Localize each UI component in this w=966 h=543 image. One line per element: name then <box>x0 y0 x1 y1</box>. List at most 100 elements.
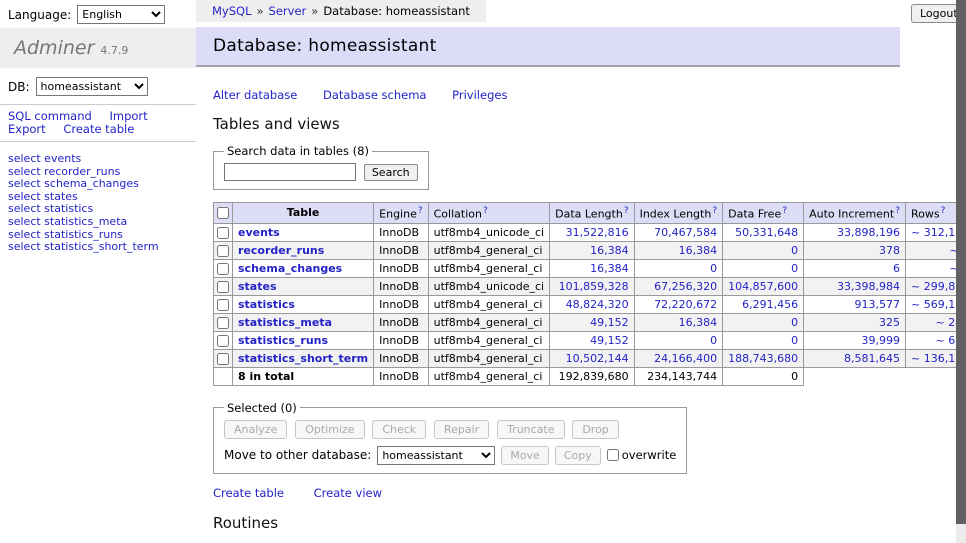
help-icon[interactable]: ? <box>483 206 488 216</box>
search-input[interactable] <box>224 163 356 181</box>
drop-button[interactable]: Drop <box>572 420 618 439</box>
table-row: states InnoDB utf8mb4_unicode_ci 101,859… <box>214 277 966 295</box>
column-header-engine: Engine? <box>374 203 428 224</box>
table-link[interactable]: schema_changes <box>238 262 342 275</box>
create-table-link[interactable]: Create table <box>213 486 284 500</box>
sidebar-item-select-statistics-meta[interactable]: select statistics_meta <box>8 216 159 229</box>
tables-list: Table Engine? Collation? Data Length? In… <box>213 202 966 386</box>
move-button[interactable]: Move <box>501 446 549 465</box>
truncate-button[interactable]: Truncate <box>497 420 564 439</box>
sidebar-item-select-statistics-short-term[interactable]: select statistics_short_term <box>8 241 159 254</box>
analyze-button[interactable]: Analyze <box>224 420 287 439</box>
db-select[interactable]: homeassistant <box>36 77 148 96</box>
cell-index-length: 234,143,744 <box>634 367 723 385</box>
privileges-link[interactable]: Privileges <box>452 88 507 102</box>
column-header-table: Table <box>233 203 374 224</box>
move-database-select[interactable]: homeassistant <box>377 446 495 465</box>
check-button[interactable]: Check <box>372 420 426 439</box>
row-checkbox[interactable] <box>217 263 229 275</box>
row-checkbox[interactable] <box>217 245 229 257</box>
copy-button[interactable]: Copy <box>555 446 601 465</box>
cell-engine: InnoDB <box>374 259 428 277</box>
help-icon[interactable]: ? <box>624 206 629 216</box>
move-label: Move to other database: <box>224 448 371 462</box>
table-link[interactable]: statistics_short_term <box>238 352 368 365</box>
search-button[interactable]: Search <box>364 164 418 181</box>
help-icon[interactable]: ? <box>418 206 423 216</box>
cell-data-free: 0 <box>723 367 804 385</box>
selected-fieldset: Selected (0) Analyze Optimize Check Repa… <box>213 401 687 474</box>
sidebar-create-table-link[interactable]: Create table <box>63 122 134 136</box>
cell-collation: utf8mb4_general_ci <box>428 331 549 349</box>
sidebar-table-links: select events select recorder_runs selec… <box>8 153 159 254</box>
cell-data-free: 0 <box>723 259 804 277</box>
cell-collation: utf8mb4_unicode_ci <box>428 277 549 295</box>
cell-engine: InnoDB <box>374 331 428 349</box>
breadcrumb-server-link[interactable]: Server <box>269 4 307 18</box>
language-select[interactable]: English <box>77 5 165 24</box>
sidebar-export-link[interactable]: Export <box>8 122 46 136</box>
total-label: 8 in total <box>233 367 374 385</box>
help-icon[interactable]: ? <box>782 206 787 216</box>
sidebar-item-select-events[interactable]: select events <box>8 153 159 166</box>
sidebar-sql-command-link[interactable]: SQL command <box>8 109 92 123</box>
alter-database-link[interactable]: Alter database <box>213 88 297 102</box>
select-all-checkbox[interactable] <box>217 207 229 219</box>
row-checkbox[interactable] <box>217 353 229 365</box>
selected-legend: Selected (0) <box>224 401 300 415</box>
language-label: Language: <box>8 8 71 22</box>
repair-button[interactable]: Repair <box>434 420 489 439</box>
database-schema-link[interactable]: Database schema <box>323 88 426 102</box>
cell-engine: InnoDB <box>374 367 428 385</box>
table-link[interactable]: states <box>238 280 277 293</box>
cell-auto-increment: 913,577 <box>804 295 906 313</box>
row-checkbox[interactable] <box>217 335 229 347</box>
overwrite-checkbox[interactable] <box>607 449 619 461</box>
database-nav-links: Alter database Database schema Privilege… <box>213 88 913 102</box>
table-link[interactable]: recorder_runs <box>238 244 324 257</box>
sidebar-item-select-schema-changes[interactable]: select schema_changes <box>8 178 159 191</box>
cell-auto-increment: 33,898,196 <box>804 223 906 241</box>
help-icon[interactable]: ? <box>895 206 900 216</box>
scrollbar-thumb[interactable] <box>956 0 966 524</box>
table-row: events InnoDB utf8mb4_unicode_ci 31,522,… <box>214 223 966 241</box>
cell-data-length: 16,384 <box>550 259 634 277</box>
breadcrumb-mysql-link[interactable]: MySQL <box>212 4 252 18</box>
db-selector-row: DB: homeassistant <box>8 77 148 96</box>
cell-index-length: 0 <box>634 259 723 277</box>
cell-data-length: 10,502,144 <box>550 349 634 367</box>
table-row: statistics_short_term InnoDB utf8mb4_gen… <box>214 349 966 367</box>
sidebar-actions: SQL command Import Export Create table <box>8 110 162 136</box>
move-row: Move to other database: homeassistant Mo… <box>224 446 676 465</box>
row-checkbox[interactable] <box>217 317 229 329</box>
table-row: statistics InnoDB utf8mb4_general_ci 48,… <box>214 295 966 313</box>
optimize-button[interactable]: Optimize <box>295 420 364 439</box>
cell-data-free: 6,291,456 <box>723 295 804 313</box>
help-icon[interactable]: ? <box>712 206 717 216</box>
sidebar-import-link[interactable]: Import <box>109 109 147 123</box>
db-label: DB: <box>8 80 30 94</box>
selected-actions: Analyze Optimize Check Repair Truncate D… <box>224 420 676 439</box>
column-header-index-length: Index Length? <box>634 203 723 224</box>
row-checkbox[interactable] <box>217 227 229 239</box>
breadcrumb-separator: » <box>311 4 318 18</box>
vertical-scrollbar[interactable] <box>956 0 966 543</box>
cell-index-length: 0 <box>634 331 723 349</box>
table-link[interactable]: events <box>238 226 280 239</box>
create-view-link[interactable]: Create view <box>314 486 382 500</box>
help-icon[interactable]: ? <box>941 206 946 216</box>
table-link[interactable]: statistics <box>238 298 295 311</box>
table-link[interactable]: statistics_meta <box>238 316 332 329</box>
cell-index-length: 24,166,400 <box>634 349 723 367</box>
overwrite-label: overwrite <box>622 448 677 462</box>
table-link[interactable]: statistics_runs <box>238 334 328 347</box>
column-header-collation: Collation? <box>428 203 549 224</box>
cell-data-length: 192,839,680 <box>550 367 634 385</box>
cell-auto-increment: 325 <box>804 313 906 331</box>
column-header-auto-increment: Auto Increment? <box>804 203 906 224</box>
row-checkbox[interactable] <box>217 299 229 311</box>
cell-index-length: 70,467,584 <box>634 223 723 241</box>
row-checkbox[interactable] <box>217 281 229 293</box>
cell-collation: utf8mb4_general_ci <box>428 349 549 367</box>
cell-data-free: 50,331,648 <box>723 223 804 241</box>
